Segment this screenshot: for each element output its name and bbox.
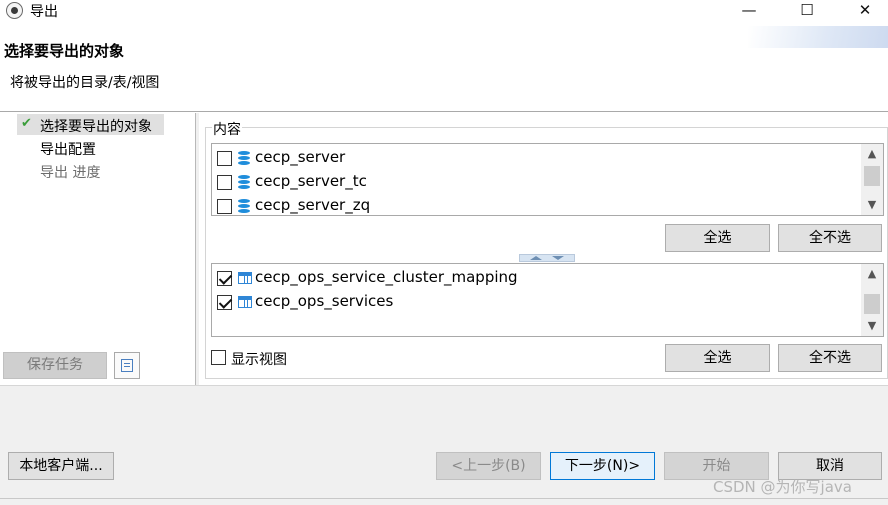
bottom-divider — [0, 498, 888, 499]
item-checkbox[interactable] — [217, 199, 232, 214]
step-export-progress: 导出 进度 — [40, 165, 101, 181]
minimize-button[interactable]: — — [726, 0, 772, 22]
close-button[interactable]: ✕ — [842, 0, 888, 22]
scroll-up-icon[interactable]: ▲ — [861, 265, 883, 283]
wizard-header: 选择要导出的对象 将被导出的目录/表/视图 — [0, 22, 888, 112]
table-icon — [238, 296, 252, 308]
app-icon — [6, 2, 23, 19]
show-view-checkbox[interactable] — [211, 350, 226, 365]
watermark: CSDN @为你写java — [713, 478, 852, 496]
list-item[interactable]: cecp_ops_service_cluster_mapping — [217, 267, 847, 289]
scroll-thumb[interactable] — [864, 166, 880, 186]
scroll-down-icon[interactable]: ▼ — [861, 317, 883, 335]
schema-list[interactable]: cecp_server cecp_server_tc cecp_server_z… — [211, 143, 884, 216]
task-list-icon — [121, 359, 133, 372]
check-icon: ✔ — [21, 116, 32, 131]
task-list-button[interactable] — [114, 352, 140, 379]
list-item[interactable]: cecp_server_tc — [217, 171, 847, 193]
header-banner — [748, 26, 888, 48]
window-title: 导出 — [30, 4, 58, 20]
database-icon — [238, 151, 250, 165]
item-checkbox[interactable] — [217, 271, 232, 286]
vertical-scrollbar[interactable]: ▲ ▼ — [861, 144, 883, 215]
step-export-config[interactable]: 导出配置 — [40, 139, 96, 159]
item-checkbox[interactable] — [217, 151, 232, 166]
scroll-up-icon[interactable]: ▲ — [861, 145, 883, 163]
scroll-thumb[interactable] — [864, 294, 880, 314]
next-button[interactable]: 下一步(N)> — [550, 452, 655, 480]
select-all-button[interactable]: 全选 — [665, 344, 770, 372]
select-all-button[interactable]: 全选 — [665, 224, 770, 252]
item-label: cecp_server_zq — [255, 196, 371, 214]
page-subtitle: 将被导出的目录/表/视图 — [10, 75, 160, 91]
item-label: cecp_ops_services — [255, 292, 394, 310]
local-client-button[interactable]: 本地客户端... — [8, 452, 114, 480]
save-task-button[interactable]: 保存任务 — [3, 352, 107, 379]
previous-button: <上一步(B) — [436, 452, 541, 480]
table-list[interactable]: cecp_ops_service_cluster_mapping cecp_op… — [211, 263, 884, 337]
title-bar: 导出 — ☐ ✕ — [0, 0, 888, 22]
maximize-button[interactable]: ☐ — [784, 0, 830, 22]
show-view-label: 显示视图 — [231, 352, 287, 368]
page-title: 选择要导出的对象 — [4, 42, 125, 60]
vertical-scrollbar[interactable]: ▲ ▼ — [861, 264, 883, 336]
step-select-objects[interactable]: 选择要导出的对象 — [40, 116, 152, 136]
database-icon — [238, 175, 250, 189]
list-item[interactable]: cecp_ops_services — [217, 291, 847, 313]
list-item[interactable]: cecp_server — [217, 147, 847, 169]
table-icon — [238, 272, 252, 284]
item-label: cecp_server_tc — [255, 172, 367, 190]
content-group-label: 内容 — [212, 119, 242, 139]
database-icon — [238, 199, 250, 213]
wizard-steps-panel — [0, 113, 195, 385]
scroll-down-icon[interactable]: ▼ — [861, 196, 883, 214]
item-checkbox[interactable] — [217, 295, 232, 310]
item-label: cecp_server — [255, 148, 346, 166]
item-label: cecp_ops_service_cluster_mapping — [255, 268, 518, 286]
item-checkbox[interactable] — [217, 175, 232, 190]
select-none-button[interactable]: 全不选 — [778, 224, 882, 252]
splitter-handle[interactable] — [519, 254, 575, 262]
list-item[interactable]: cecp_server_zq — [217, 195, 847, 215]
select-none-button[interactable]: 全不选 — [778, 344, 882, 372]
